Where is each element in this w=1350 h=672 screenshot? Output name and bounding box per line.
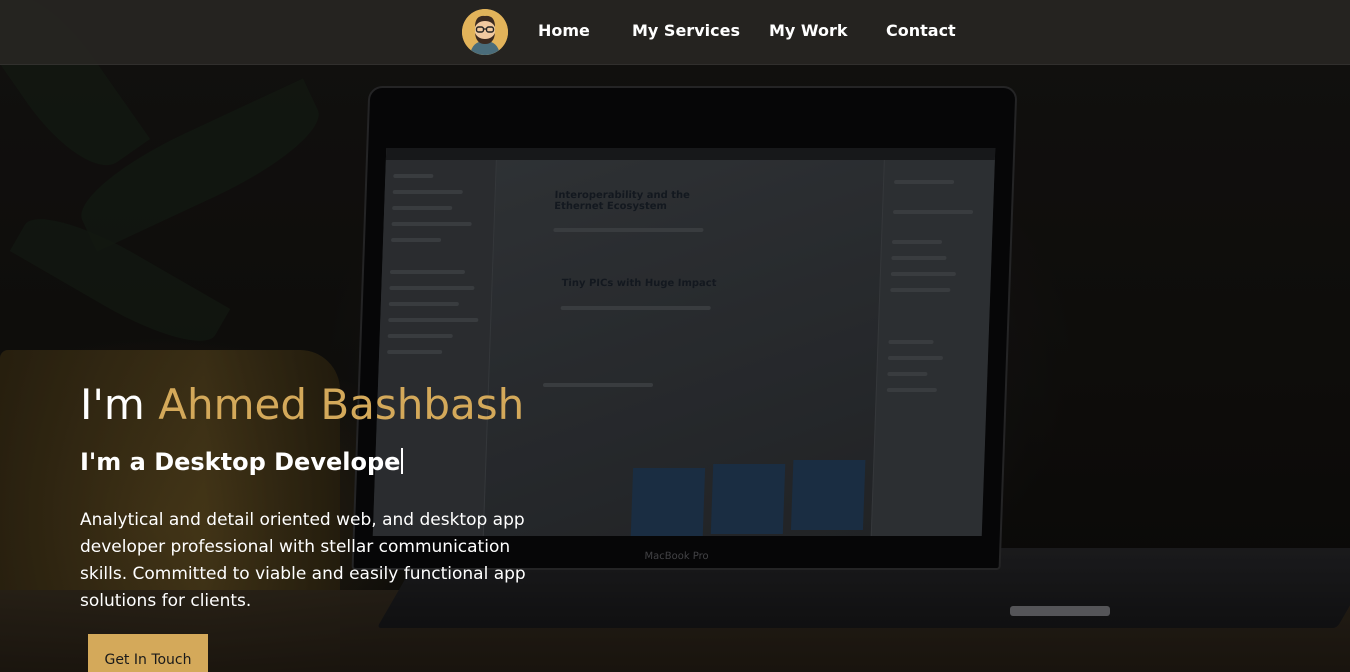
avatar-illustration [462,9,508,55]
hero-description: Analytical and detail oriented web, and … [80,510,526,611]
nav-work-link[interactable]: My Work [769,21,848,40]
hero-name: Ahmed Bashbash [158,380,525,429]
role-text: I'm a Desktop Develope [80,448,401,476]
nav-services-link[interactable]: My Services [632,21,740,40]
nav-contact-link[interactable]: Contact [886,21,956,40]
typed-role-text: I'm a Desktop Develope [80,448,404,476]
navbar: Home My Services My Work Contact [0,0,1350,65]
typing-caret [401,448,404,474]
avatar-icon[interactable] [462,9,508,55]
intro-prefix: I'm [80,380,145,429]
get-in-touch-button[interactable]: Get In Touch [88,634,208,672]
hero-section: Interoperability and the Ethernet Ecosys… [0,0,1350,672]
hero-intro-heading: I'm Ahmed Bashbash [80,380,524,429]
nav-home-link[interactable]: Home [538,21,590,40]
